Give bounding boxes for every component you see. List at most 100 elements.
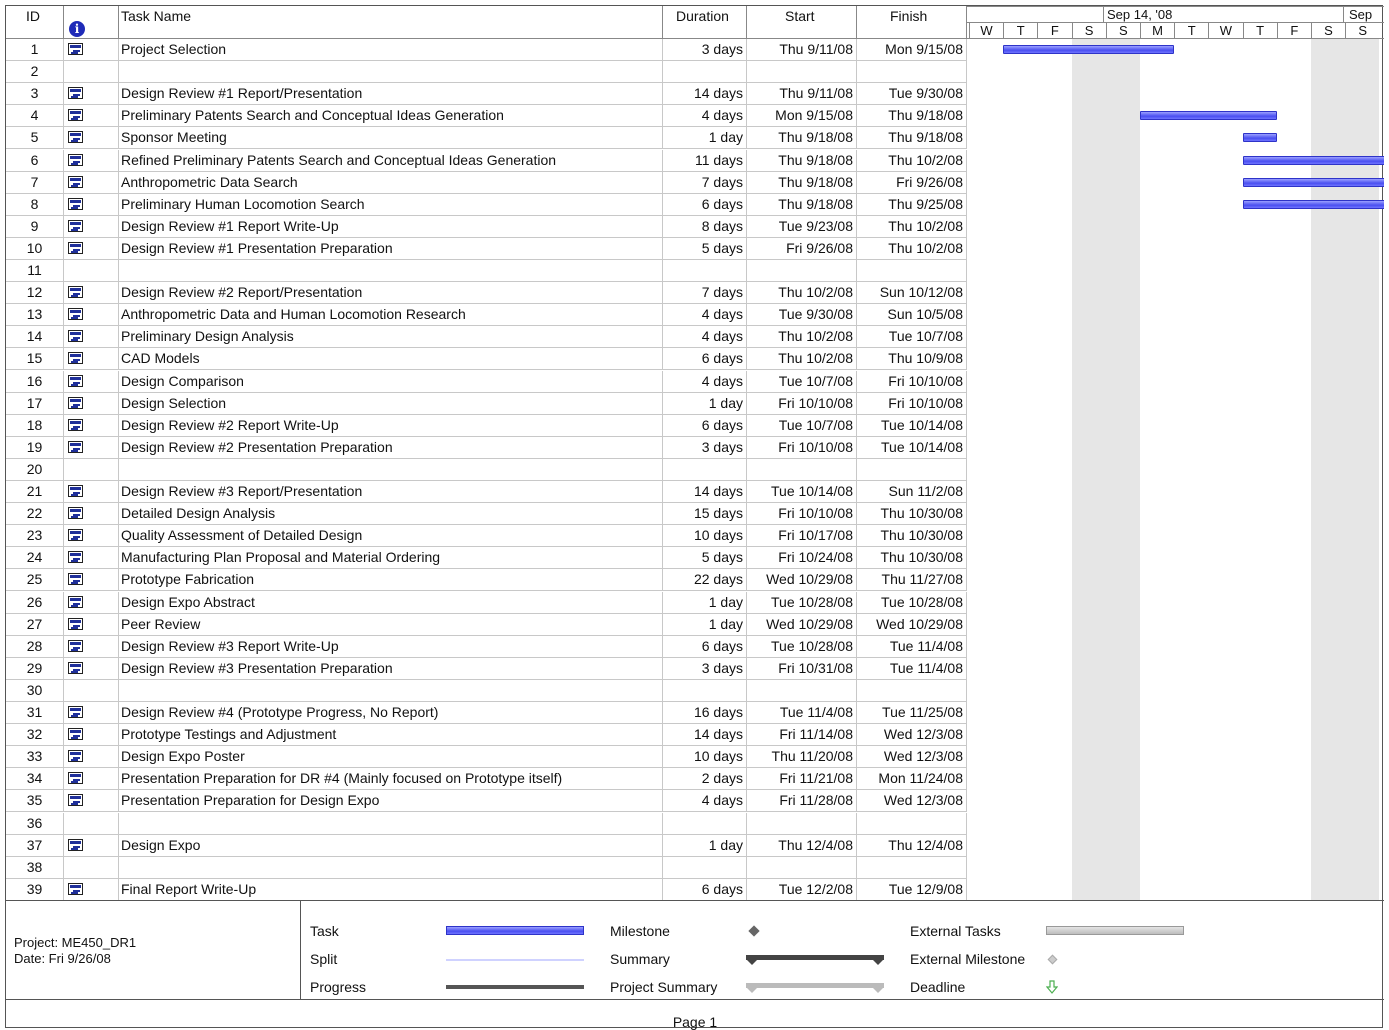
task-name[interactable]: Quality Assessment of Detailed Design [119,525,663,547]
task-name[interactable]: Design Review #4 (Prototype Progress, No… [119,702,663,723]
task-start[interactable]: Tue 10/14/08 [747,481,857,502]
task-start[interactable]: Tue 12/2/08 [747,878,857,900]
task-indicator[interactable] [64,458,119,480]
task-finish[interactable] [857,679,967,701]
task-finish[interactable]: Tue 9/30/08 [857,83,967,105]
task-duration[interactable]: 5 days [663,237,747,259]
task-id[interactable]: 10 [6,237,64,259]
task-start[interactable]: Thu 9/18/08 [747,193,857,215]
task-finish[interactable]: Tue 11/4/08 [857,657,967,679]
task-finish[interactable]: Thu 9/25/08 [857,193,967,215]
task-id[interactable]: 35 [6,790,64,812]
task-start[interactable]: Thu 12/4/08 [747,834,857,856]
task-name[interactable] [119,260,663,281]
task-start[interactable] [747,856,857,878]
task-id[interactable]: 1 [6,39,64,60]
task-start[interactable] [747,812,857,834]
task-name[interactable]: Design Review #1 Presentation Preparatio… [119,237,663,259]
task-finish[interactable]: Sun 10/12/08 [857,282,967,304]
task-indicator[interactable] [64,370,119,392]
task-finish[interactable]: Thu 12/4/08 [857,834,967,856]
task-id[interactable]: 38 [6,856,64,878]
task-duration[interactable]: 5 days [663,547,747,569]
task-finish[interactable]: Thu 9/18/08 [857,127,967,149]
task-start[interactable]: Tue 11/4/08 [747,702,857,723]
task-id[interactable]: 28 [6,635,64,657]
task-indicator[interactable] [64,282,119,304]
table-row[interactable]: 25 Prototype Fabrication 22 days Wed 10/29/… [6,569,967,592]
task-id[interactable]: 32 [6,724,64,746]
task-name[interactable]: Project Selection [119,39,663,60]
table-row[interactable]: 24 Manufacturing Plan Proposal and Materi… [6,547,967,570]
task-indicator[interactable] [64,105,119,127]
task-start[interactable]: Fri 11/14/08 [747,724,857,746]
task-name[interactable]: Preliminary Human Locomotion Search [119,193,663,215]
task-id[interactable]: 23 [6,525,64,547]
task-indicator[interactable] [64,414,119,436]
task-name[interactable]: Design Review #3 Report Write-Up [119,635,663,657]
task-name[interactable]: Manufacturing Plan Proposal and Material… [119,547,663,569]
task-name[interactable]: Final Report Write-Up [119,878,663,900]
task-name[interactable]: Design Review #2 Presentation Preparatio… [119,436,663,458]
task-finish[interactable]: Thu 10/30/08 [857,503,967,525]
task-id[interactable]: 4 [6,105,64,127]
task-duration[interactable]: 10 days [663,746,747,768]
task-start[interactable]: Thu 10/2/08 [747,326,857,348]
task-duration[interactable]: 16 days [663,702,747,723]
task-indicator[interactable] [64,237,119,259]
task-duration[interactable]: 2 days [663,768,747,790]
task-name[interactable]: CAD Models [119,348,663,370]
task-indicator[interactable] [64,878,119,900]
task-indicator[interactable] [64,503,119,525]
task-indicator[interactable] [64,746,119,768]
table-row[interactable]: 4 Preliminary Patents Search and Conceptu… [6,105,967,128]
task-start[interactable] [747,458,857,480]
table-row[interactable]: 19 Design Review #2 Presentation Preparat… [6,436,967,459]
task-duration[interactable]: 4 days [663,790,747,812]
task-duration[interactable]: 4 days [663,105,747,127]
task-duration[interactable]: 1 day [663,127,747,149]
task-id[interactable]: 17 [6,392,64,414]
task-id[interactable]: 26 [6,591,64,613]
task-id[interactable]: 27 [6,613,64,635]
task-id[interactable]: 30 [6,679,64,701]
task-start[interactable]: Tue 10/28/08 [747,591,857,613]
task-id[interactable]: 15 [6,348,64,370]
column-header-start[interactable]: Start [747,6,857,39]
task-indicator[interactable] [64,392,119,414]
task-name[interactable]: Prototype Fabrication [119,569,663,591]
task-id[interactable]: 11 [6,260,64,281]
task-indicator[interactable] [64,724,119,746]
task-start[interactable] [747,679,857,701]
task-indicator[interactable] [64,812,119,834]
table-row[interactable]: 6 Refined Preliminary Patents Search and … [6,149,967,172]
task-duration[interactable]: 4 days [663,326,747,348]
task-indicator[interactable] [64,127,119,149]
task-id[interactable]: 33 [6,746,64,768]
task-start[interactable]: Thu 11/20/08 [747,746,857,768]
task-duration[interactable]: 14 days [663,724,747,746]
task-id[interactable]: 12 [6,282,64,304]
task-name[interactable] [119,856,663,878]
task-finish[interactable]: Wed 12/3/08 [857,724,967,746]
task-duration[interactable]: 4 days [663,370,747,392]
task-finish[interactable]: Fri 10/10/08 [857,370,967,392]
task-finish[interactable]: Thu 10/2/08 [857,237,967,259]
table-row[interactable]: 36 [6,812,967,835]
table-row[interactable]: 10 Design Review #1 Presentation Preparat… [6,237,967,260]
task-id[interactable]: 25 [6,569,64,591]
table-row[interactable]: 18 Design Review #2 Report Write-Up 6 days… [6,414,967,437]
table-row[interactable]: 16 Design Comparison 4 days Tue 10/7/08 Fri … [6,370,967,393]
task-name[interactable]: Design Review #1 Report Write-Up [119,215,663,237]
task-finish[interactable]: Tue 11/25/08 [857,702,967,723]
task-bar[interactable] [1003,45,1175,54]
task-name[interactable] [119,458,663,480]
task-duration[interactable]: 7 days [663,282,747,304]
task-duration[interactable]: 6 days [663,193,747,215]
task-bar[interactable] [1242,133,1277,143]
task-start[interactable]: Thu 9/18/08 [747,149,857,171]
table-row[interactable]: 28 Design Review #3 Report Write-Up 6 days… [6,635,967,658]
table-row[interactable]: 38 [6,856,967,879]
task-name[interactable]: Sponsor Meeting [119,127,663,149]
task-duration[interactable]: 6 days [663,348,747,370]
